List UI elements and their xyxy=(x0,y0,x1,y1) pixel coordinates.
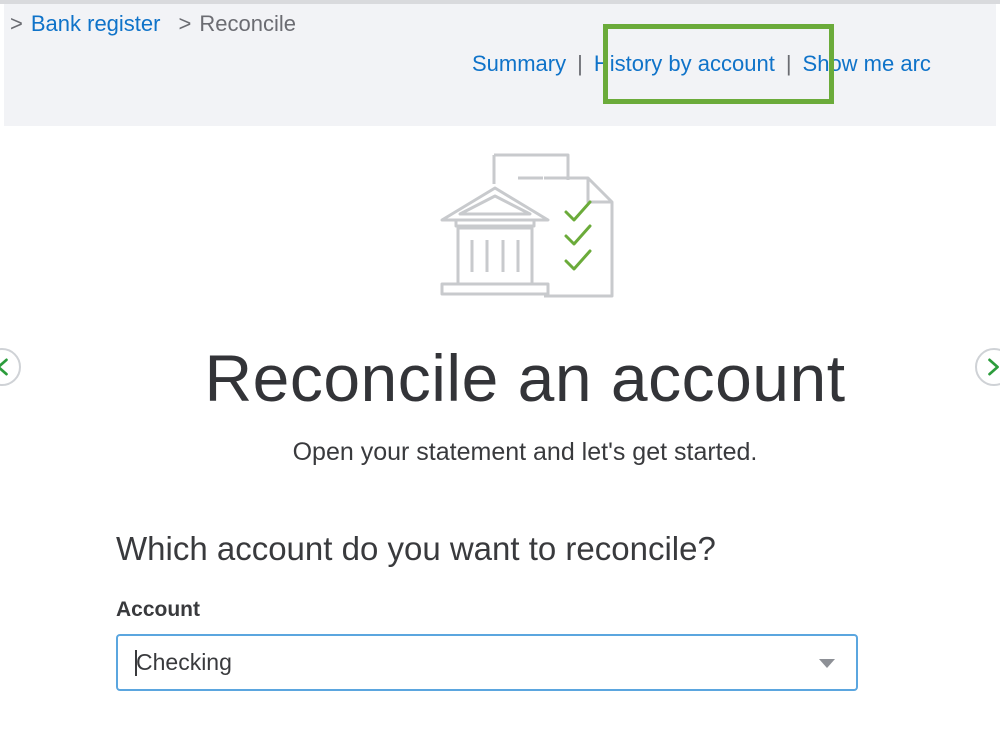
account-question: Which account do you want to reconcile? xyxy=(116,530,716,567)
account-select[interactable]: Checking xyxy=(116,634,858,691)
link-divider: | xyxy=(785,51,792,76)
breadcrumb-bank-register[interactable]: Bank register xyxy=(31,11,161,37)
text-cursor xyxy=(135,650,137,676)
breadcrumb-separator: > xyxy=(178,11,192,36)
reconcile-page: > Bank register > Reconcile Summary | Hi… xyxy=(0,0,1000,750)
breadcrumb-current: Reconcile xyxy=(199,11,296,36)
breadcrumb-separator: > xyxy=(10,11,23,36)
page-subtitle: Open your statement and let's get starte… xyxy=(292,438,758,466)
breadcrumb: > Bank register > Reconcile xyxy=(10,8,296,40)
caret-down-icon[interactable] xyxy=(818,658,836,669)
top-divider xyxy=(0,0,1000,4)
account-select-value: Checking xyxy=(136,649,232,675)
link-divider: | xyxy=(577,51,583,76)
header-links: Summary | History by account | Show me a… xyxy=(472,44,931,84)
history-by-account-link[interactable]: History by account xyxy=(594,51,775,77)
summary-link[interactable]: Summary xyxy=(472,51,566,77)
page-title: Reconcile an account xyxy=(204,341,846,415)
bank-statement-checklist-icon xyxy=(438,148,618,302)
show-me-around-link[interactable]: Show me arc xyxy=(803,51,931,77)
account-label: Account xyxy=(116,598,200,621)
